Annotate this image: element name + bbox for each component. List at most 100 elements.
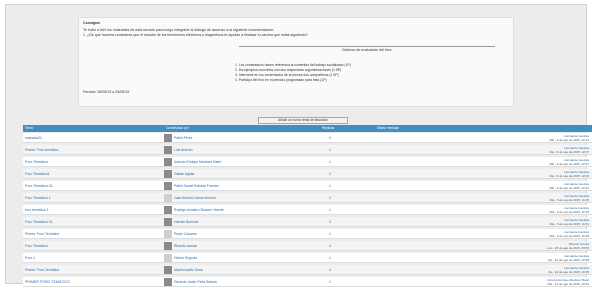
last-post: Hernánde Gardela Mié., 6 de sep de 2015, …: [549, 170, 589, 178]
table-row: maestra21 Pablo Pérez 0 Hernánde Gardela Mié…: [23, 133, 592, 143]
table-row: Foro Temático1 Gaitán Aguiar 2 Hernánde Gar…: [23, 169, 592, 179]
replies-count[interactable]: 1: [320, 160, 340, 164]
last-post-date[interactable]: Lun., 25 de ago de 2015, 09:56: [547, 246, 589, 250]
replies-count[interactable]: 4: [320, 244, 340, 248]
last-post: Hernánde Gardela Mié., 6 de sep de 2015, …: [549, 158, 589, 166]
last-post-date[interactable]: Vie., 22 de ago de 2015, 10:58: [548, 258, 589, 262]
avatar[interactable]: [164, 134, 172, 142]
avatar[interactable]: [164, 206, 172, 214]
table-row: Foro Temático 1 Juan Antonio Jaime Moreno…: [23, 193, 592, 203]
replies-count[interactable]: 1: [320, 256, 340, 260]
last-post-date[interactable]: Mié., 6 de sep de 2015, 12:07: [549, 162, 589, 166]
avatar[interactable]: [164, 254, 172, 262]
table-row: Foro Temático 01 Pablo Daniel Estrada Fue…: [23, 181, 592, 191]
table-header: Tema Comenzado por Réplicas Último mensa…: [23, 125, 592, 132]
author-link[interactable]: Luis Arsenio: [174, 148, 192, 152]
author-link[interactable]: Juan Antonio Jaime Moreno: [174, 196, 216, 200]
avatar[interactable]: [164, 218, 172, 226]
author-link[interactable]: Gerardo Javier Peña Beltrán: [174, 280, 217, 284]
table-row: Foro 1 Héctor Segovia 1 Hernánde Gardela Vie…: [23, 253, 592, 263]
replies-count[interactable]: 4: [320, 268, 340, 272]
topic-link[interactable]: Foro Temático1: [25, 172, 50, 176]
replies-count[interactable]: 1: [320, 148, 340, 152]
last-post: Hernánde Gardela Mié., 6 de sep de 2015, …: [549, 182, 589, 190]
intro-line-2: 1. ¿De qué manera consideras que el estu…: [83, 33, 308, 37]
author-link[interactable]: Hernán Bonnine: [174, 220, 199, 224]
criteria-item-2: 2. Da ejemplos concretos con sus respect…: [235, 68, 342, 72]
table-row: Primer Foro temático Luis Arsenio 1 Hernánd…: [23, 145, 592, 155]
forum-intro-panel: Consigna: Te invito a leer los materiale…: [78, 17, 514, 107]
header-topic[interactable]: Tema: [25, 126, 33, 131]
last-post-date[interactable]: Mié., 6 de sep de 2015, 12:04: [549, 174, 589, 178]
topic-link[interactable]: Foro Temático 1: [25, 196, 51, 200]
table-row: Primer Foro Temático Pedro Cázares 2 Hernán…: [23, 229, 592, 239]
author-link[interactable]: Antonio Enrique Martínez Batel: [174, 160, 221, 164]
avatar[interactable]: [164, 266, 172, 274]
criteria-item-3: 3. Interviene en los comentarios de al m…: [235, 73, 339, 77]
avatar[interactable]: [164, 242, 172, 250]
criteria-title: Criterios de evaluación del foro:: [239, 46, 495, 52]
author-link[interactable]: Ricardo Acosta: [174, 244, 197, 248]
author-link[interactable]: Gaitán Aguiar: [174, 172, 195, 176]
last-post: Hernánde Gardela Mié., 6 de sep de 2015, …: [550, 230, 589, 238]
last-post: Hernánde Gardela Mié., 6 de sep de 2015, …: [550, 218, 589, 226]
last-post-date[interactable]: Mié., 6 de sep de 2015, 12:12: [549, 138, 589, 142]
last-post-date[interactable]: Mié., 6 de sep de 2015, 11:35: [550, 210, 589, 214]
last-post-date[interactable]: Mié., 21 de ago de 2015, 10:22: [547, 282, 589, 286]
last-post-date[interactable]: Mié., 6 de sep de 2015, 11:31: [550, 222, 589, 226]
author-link[interactable]: Pablo Daniel Estrada Fuentes: [174, 184, 219, 188]
replies-count[interactable]: 2: [320, 172, 340, 176]
author-link[interactable]: Rodrigo Arnaldo Olivares Vicente: [174, 208, 224, 212]
replies-count[interactable]: 3: [320, 220, 340, 224]
last-post: Hernánde Gardela Vie., 22 de ago de 2015,…: [548, 266, 589, 274]
last-post-date[interactable]: Mié., 6 de sep de 2015, 12:01: [549, 186, 589, 190]
topic-link[interactable]: Foro Temático 01: [25, 220, 53, 224]
replies-count[interactable]: 1: [320, 184, 340, 188]
replies-count[interactable]: 2: [320, 232, 340, 236]
topic-link[interactable]: Foro Temático 01: [25, 184, 53, 188]
avatar[interactable]: [164, 194, 172, 202]
topic-link[interactable]: Foro Temático: [25, 160, 48, 164]
author-link[interactable]: Héctor Segovia: [174, 256, 197, 260]
header-last-post[interactable]: Último mensaje: [377, 126, 399, 131]
replies-count[interactable]: 2: [320, 196, 340, 200]
last-post: Hernánde Gardela Mié., 6 de sep de 2015, …: [549, 134, 589, 142]
header-replies[interactable]: Réplicas: [322, 126, 334, 131]
avatar[interactable]: [164, 146, 172, 154]
topic-link[interactable]: foro temático 1: [25, 208, 49, 212]
topic-link[interactable]: Foro Temático: [25, 244, 48, 248]
table-row: PRIMER FORO TEMÁTICO Gerardo Javier Peña …: [23, 277, 592, 287]
avatar[interactable]: [164, 278, 172, 286]
author-link[interactable]: Pablo Pérez: [174, 136, 192, 140]
last-post-date[interactable]: Mié., 6 de sep de 2015, 11:28: [550, 234, 589, 238]
table-row: foro temático 1 Rodrigo Arnaldo Olivares …: [23, 205, 592, 215]
topic-link[interactable]: Primer Foro Temático: [25, 232, 59, 236]
avatar[interactable]: [164, 182, 172, 190]
replies-count[interactable]: 0: [320, 136, 340, 140]
add-topic-button[interactable]: Añadir un nuevo tema de discusión: [258, 117, 348, 124]
period-text: Periodo: 05/05/15 a 25/05/15: [83, 90, 130, 94]
author-link[interactable]: Pedro Cázares: [174, 232, 197, 236]
topic-link[interactable]: Foro 1: [25, 256, 35, 260]
avatar[interactable]: [164, 170, 172, 178]
replies-count[interactable]: 2: [320, 280, 340, 284]
author-link[interactable]: Martín Adolfo Sosa: [174, 268, 203, 272]
topic-link[interactable]: Primer Foro Temático: [25, 268, 59, 272]
avatar[interactable]: [164, 158, 172, 166]
header-started-by[interactable]: Comenzado por: [166, 126, 189, 131]
forum-page: Consigna: Te invito a leer los materiale…: [5, 4, 592, 287]
avatar[interactable]: [164, 230, 172, 238]
topic-link[interactable]: maestra21: [25, 136, 42, 140]
replies-count[interactable]: 1: [320, 208, 340, 212]
table-row: Primer Foro Temático Martín Adolfo Sosa 4 H…: [23, 265, 592, 275]
table-row: Foro Temático Ricardo Acosta 4 Ricardo Acos…: [23, 241, 592, 251]
topic-link[interactable]: Primer Foro temático: [25, 148, 59, 152]
last-post-date[interactable]: Vie., 22 de ago de 2015, 10:45: [548, 270, 589, 274]
last-post: Hernánde Gardela Vie., 22 de ago de 2015,…: [548, 254, 589, 262]
last-post-date[interactable]: Mié., 6 de sep de 2015, 12:07: [549, 150, 589, 154]
intro-heading: Consigna:: [83, 21, 101, 25]
last-post-date[interactable]: Mié., 6 de sep de 2015, 11:45: [550, 198, 589, 202]
last-post: Antonio Enrique Martínez Batel Mié., 21 d…: [547, 278, 589, 286]
topic-link[interactable]: PRIMER FORO TEMÁTICO: [25, 280, 70, 284]
table-row: Foro Temático Antonio Enrique Martínez Ba…: [23, 157, 592, 167]
